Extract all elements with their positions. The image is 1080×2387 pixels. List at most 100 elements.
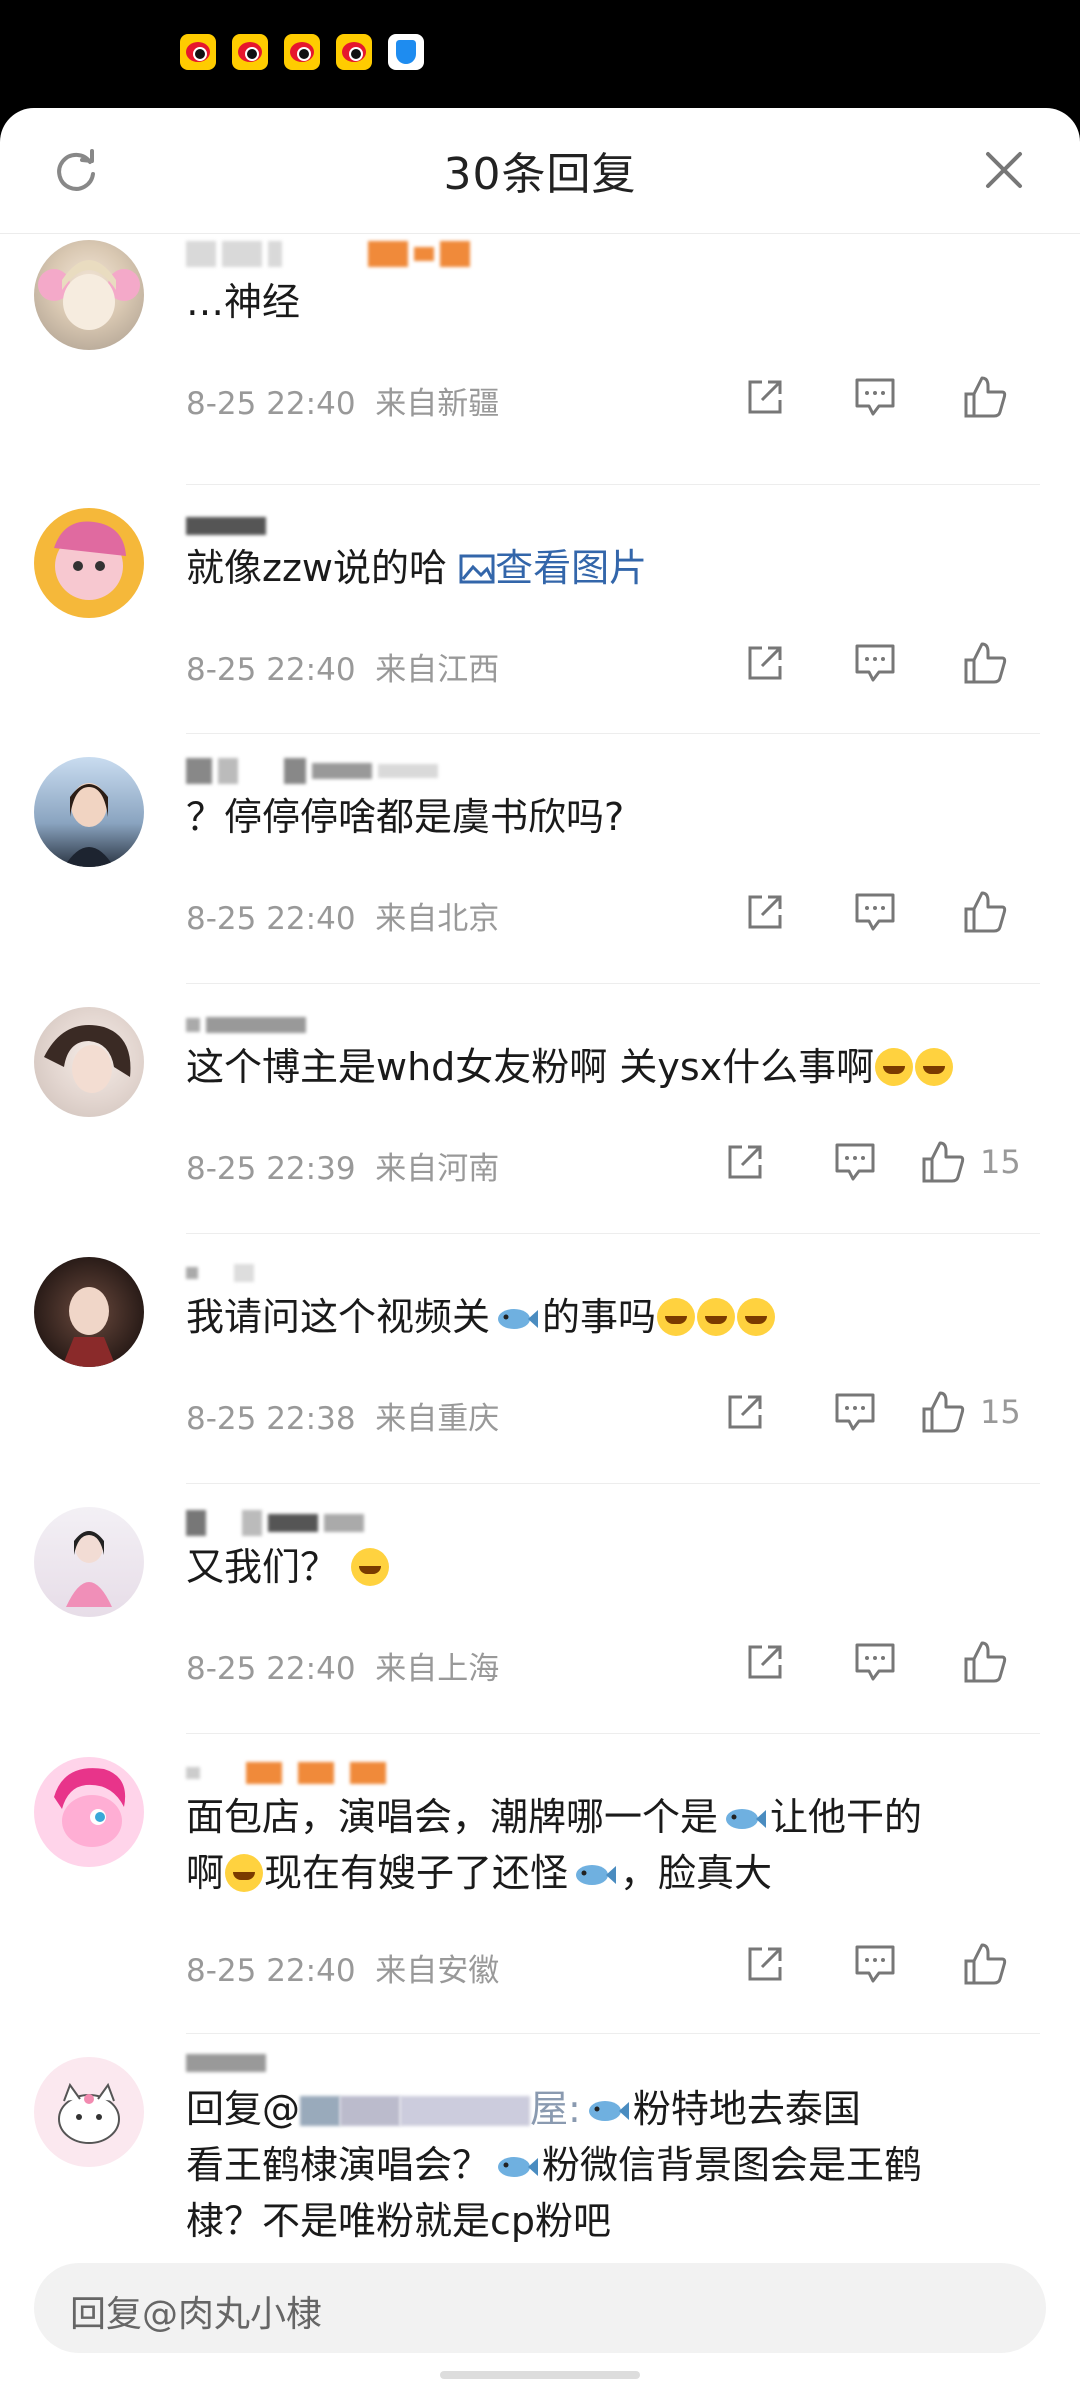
comment-text: 就像zzw说的哈 查看图片: [186, 546, 648, 590]
view-image-link[interactable]: 查看图片: [459, 546, 647, 590]
comment-text: ？停停停啥都是虞书欣吗?: [186, 795, 625, 839]
comment-meta: 8-25 22:40 来自江西: [186, 644, 499, 689]
share-button[interactable]: [710, 891, 820, 933]
comment-location: 来自河南: [375, 1151, 500, 1187]
laugh-cry-emoji: [737, 1298, 776, 1336]
share-button[interactable]: [710, 376, 820, 418]
avatar[interactable]: [34, 1007, 144, 1117]
username[interactable]: [186, 512, 266, 540]
avatar[interactable]: [34, 508, 144, 618]
reply-button[interactable]: [820, 891, 930, 933]
share-button[interactable]: [710, 1943, 820, 1985]
crying-emoji: [351, 1548, 390, 1586]
comment-location: 来自新疆: [375, 386, 500, 422]
username[interactable]: [186, 1011, 306, 1039]
sheet-header: 30条回复: [0, 108, 1080, 234]
sheet-title: 30条回复: [443, 149, 637, 200]
comment-actions: [710, 1639, 1040, 1685]
fish-emoji: [576, 1865, 617, 1885]
avatar[interactable]: [34, 757, 144, 867]
share-button[interactable]: [710, 642, 820, 684]
comment-meta: 8-25 22:38 来自重庆: [186, 1393, 499, 1438]
image-icon: [459, 554, 495, 584]
comment-meta: 8-25 22:40 来自北京: [186, 893, 499, 938]
thumbs-up-icon: [922, 1391, 965, 1433]
reply-button[interactable]: [820, 1641, 930, 1683]
home-indicator: [440, 2371, 640, 2379]
reply-button[interactable]: [820, 1943, 930, 1985]
comment-actions: [710, 1941, 1040, 1987]
comment-time: 8-25 22:40: [186, 386, 356, 422]
like-button[interactable]: [930, 1639, 1040, 1685]
reply-placeholder: 回复@肉丸小棣: [70, 2294, 323, 2335]
close-button[interactable]: [974, 140, 1034, 200]
share-button[interactable]: [690, 1391, 800, 1433]
close-icon: [986, 152, 1022, 188]
comment-icon: [855, 1945, 895, 1983]
comment-meta: 8-25 22:40 来自新疆: [186, 378, 499, 423]
comment-actions: 15: [690, 1139, 1040, 1185]
fish-emoji: [498, 1309, 539, 1329]
like-button[interactable]: [930, 889, 1040, 935]
username[interactable]: [186, 1759, 386, 1787]
share-icon: [748, 895, 782, 929]
reply-button[interactable]: [820, 376, 930, 418]
list-item: ？停停停啥都是虞书欣吗? 8-25 22:40 来自北京: [0, 733, 1080, 984]
share-button[interactable]: [690, 1141, 800, 1183]
share-icon: [728, 1395, 762, 1429]
avatar[interactable]: [34, 1757, 144, 1867]
comment-text: 这个博主是whd女友粉啊 关ysx什么事啊: [186, 1039, 1030, 1095]
avatar[interactable]: [34, 2057, 144, 2167]
comment-actions: [710, 374, 1040, 420]
share-icon: [748, 1645, 782, 1679]
avatar[interactable]: [34, 1257, 144, 1367]
reply-button[interactable]: [820, 642, 930, 684]
like-button[interactable]: [930, 374, 1040, 420]
share-button[interactable]: [710, 1641, 820, 1683]
username[interactable]: [186, 1509, 364, 1537]
comment-time: 8-25 22:40: [186, 901, 356, 937]
comment-list: …神经 8-25 22:40 来自新疆 就像zzw说的哈 查看图片 8-25 2…: [0, 234, 1080, 2273]
username[interactable]: [186, 2049, 266, 2077]
notification-icons: [180, 34, 424, 70]
comment-actions: [710, 889, 1040, 935]
comment-text: 回复@ 屋: 粉特地去泰国 看王鹤棣演唱会？ 粉微信背景图会是王鹤 棣？不是唯粉就是c…: [186, 2087, 923, 2243]
list-item: …神经 8-25 22:40 来自新疆: [0, 234, 1080, 485]
laugh-cry-emoji: [875, 1048, 914, 1086]
like-button[interactable]: 15: [910, 1389, 1040, 1435]
comment-text: 我请问这个视频关 的事吗: [186, 1289, 1030, 1345]
avatar[interactable]: [34, 240, 144, 350]
username[interactable]: [186, 1259, 254, 1287]
laugh-cry-emoji: [225, 1854, 264, 1892]
comment-meta: 8-25 22:40 来自安徽: [186, 1945, 499, 1990]
comment-location: 来自江西: [375, 652, 500, 688]
reply-button[interactable]: [800, 1141, 910, 1183]
comment-location: 来自安徽: [375, 1953, 500, 1989]
username[interactable]: [186, 240, 470, 268]
username[interactable]: [186, 757, 438, 785]
weibo-icon: [336, 34, 372, 70]
reply-input[interactable]: 回复@肉丸小棣: [34, 2263, 1046, 2353]
weibo-icon: [232, 34, 268, 70]
share-icon: [748, 646, 782, 680]
thumbs-up-icon: [964, 642, 1007, 684]
weibo-icon: [284, 34, 320, 70]
thumbs-up-icon: [964, 891, 1007, 933]
reply-button[interactable]: [800, 1391, 910, 1433]
like-button[interactable]: [930, 640, 1040, 686]
comment-meta: 8-25 22:40 来自上海: [186, 1643, 499, 1688]
like-button[interactable]: 15: [910, 1139, 1040, 1185]
fish-emoji: [498, 2157, 539, 2177]
like-button[interactable]: [930, 1941, 1040, 1987]
comment-location: 来自重庆: [375, 1401, 500, 1437]
list-item: 回复@ 屋: 粉特地去泰国 看王鹤棣演唱会？ 粉微信背景图会是王鹤 棣？不是唯粉就是c…: [0, 2033, 1080, 2273]
comment-icon: [855, 378, 895, 416]
weibo-icon: [180, 34, 216, 70]
comment-meta: 8-25 22:39 来自河南: [186, 1143, 499, 1188]
reply-sheet: 30条回复 …神经 8-25 22:40 来自新疆 就像zzw说的哈 查看图片 …: [0, 108, 1080, 2387]
list-item: 这个博主是whd女友粉啊 关ysx什么事啊 8-25 22:39 来自河南 15: [0, 983, 1080, 1234]
share-icon: [728, 1145, 762, 1179]
comment-time: 8-25 22:39: [186, 1151, 356, 1187]
status-bar: [0, 0, 1080, 108]
avatar[interactable]: [34, 1507, 144, 1617]
